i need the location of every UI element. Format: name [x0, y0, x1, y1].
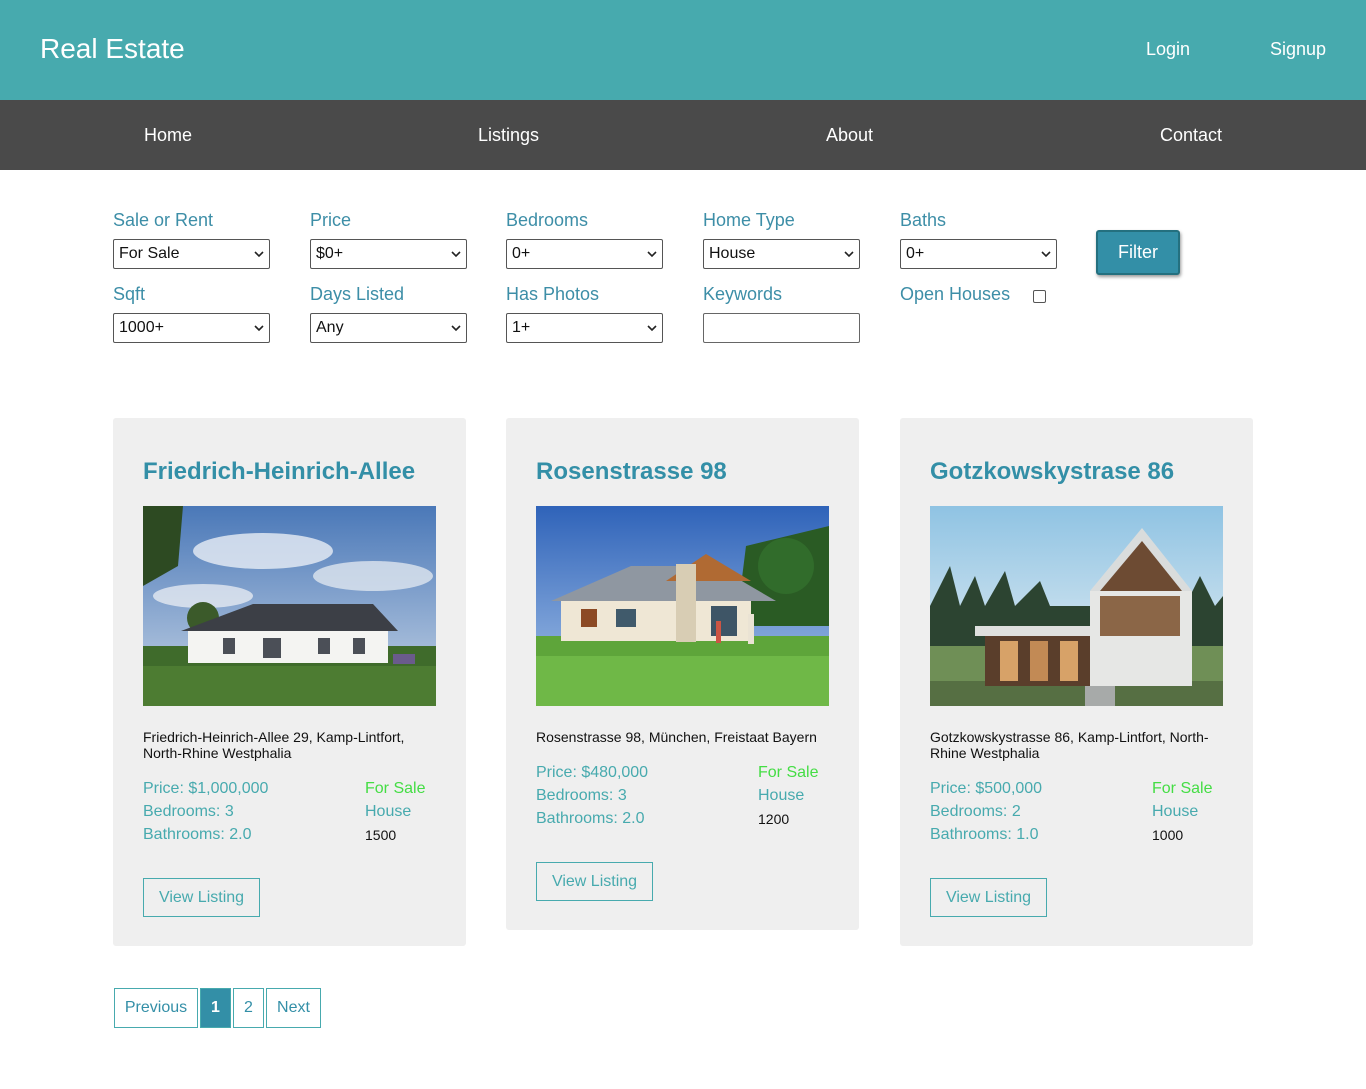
- days-listed-label: Days Listed: [310, 284, 405, 304]
- baths-label: Baths: [900, 210, 947, 230]
- open-houses-checkbox[interactable]: [1033, 290, 1046, 303]
- baths-value: 0+: [906, 245, 925, 262]
- listing-address: Friedrich-Heinrich-Allee 29, Kamp-Lintfo…: [143, 729, 405, 761]
- chevron-down-icon: [647, 325, 657, 332]
- view-listing-button[interactable]: View Listing: [143, 878, 260, 917]
- keywords-input[interactable]: [703, 313, 860, 343]
- pagination-page-1[interactable]: 1: [200, 988, 231, 1028]
- sqft-value: 1000+: [119, 319, 164, 336]
- listing-price: Price: $500,000: [930, 780, 1043, 797]
- house-photo-image: [536, 506, 829, 706]
- open-houses-label: Open Houses: [900, 284, 1011, 304]
- filter-button[interactable]: Filter: [1096, 230, 1180, 275]
- listing-status: For Sale: [758, 764, 819, 781]
- listing-photo[interactable]: [930, 506, 1223, 706]
- chevron-down-icon: [254, 325, 264, 332]
- has-photos-value: 1+: [512, 319, 531, 336]
- chevron-down-icon: [1041, 251, 1051, 258]
- nav-item-home[interactable]: Home: [144, 125, 192, 146]
- sale-or-rent-value: For Sale: [119, 245, 180, 262]
- chevron-down-icon: [451, 325, 461, 332]
- listing-title[interactable]: Friedrich-Heinrich-Allee: [143, 458, 415, 486]
- nav-item-about[interactable]: About: [826, 125, 873, 146]
- listing-status: For Sale: [1152, 780, 1213, 797]
- pagination-next[interactable]: Next: [266, 988, 321, 1028]
- sqft-select[interactable]: 1000+: [113, 313, 270, 343]
- days-listed-select[interactable]: Any: [310, 313, 467, 343]
- chevron-down-icon: [647, 251, 657, 258]
- listing-bathrooms: Bathrooms: 2.0: [536, 810, 645, 827]
- bedrooms-value: 0+: [512, 245, 531, 262]
- listing-sqft: 1000: [1152, 827, 1184, 843]
- login-link[interactable]: Login: [1146, 39, 1190, 60]
- listing-bathrooms: Bathrooms: 1.0: [930, 826, 1039, 843]
- listing-price: Price: $1,000,000: [143, 780, 269, 797]
- listing-bedrooms: Bedrooms: 2: [930, 803, 1021, 820]
- listing-photo[interactable]: [536, 506, 829, 706]
- chevron-down-icon: [844, 251, 854, 258]
- price-value: $0+: [316, 245, 344, 262]
- house-photo-image: [143, 506, 436, 706]
- sqft-label: Sqft: [113, 284, 146, 304]
- listing-type: House: [1152, 803, 1199, 820]
- view-listing-button[interactable]: View Listing: [930, 878, 1047, 917]
- listing-sqft: 1200: [758, 811, 790, 827]
- listing-type: House: [365, 803, 412, 820]
- listing-card: Friedrich-Heinrich-Allee Friedrich-Heinr…: [113, 418, 466, 946]
- chevron-down-icon: [451, 251, 461, 258]
- header-bar: Real Estate Login Signup: [0, 0, 1366, 100]
- listing-address: Gotzkowskystrasse 86, Kamp-Lintfort, Nor…: [930, 729, 1209, 761]
- price-select[interactable]: $0+: [310, 239, 467, 269]
- sale-or-rent-select[interactable]: For Sale: [113, 239, 270, 269]
- keywords-label: Keywords: [703, 284, 783, 304]
- listing-photo[interactable]: [143, 506, 436, 706]
- has-photos-label: Has Photos: [506, 284, 600, 304]
- house-photo-image: [930, 506, 1223, 706]
- signup-link[interactable]: Signup: [1270, 39, 1326, 60]
- home-type-value: House: [709, 245, 756, 262]
- view-listing-button[interactable]: View Listing: [536, 862, 653, 901]
- listing-bedrooms: Bedrooms: 3: [536, 787, 627, 804]
- home-type-label: Home Type: [703, 210, 795, 230]
- price-label: Price: [310, 210, 352, 230]
- brand-title[interactable]: Real Estate: [40, 33, 185, 65]
- listing-card: Rosenstrasse 98 Rosenstrasse 98, München…: [506, 418, 859, 930]
- listing-title[interactable]: Rosenstrasse 98: [536, 458, 727, 486]
- bedrooms-label: Bedrooms: [506, 210, 589, 230]
- baths-select[interactable]: 0+: [900, 239, 1057, 269]
- chevron-down-icon: [254, 251, 264, 258]
- listing-bathrooms: Bathrooms: 2.0: [143, 826, 252, 843]
- main-nav: Home Listings About Contact: [0, 100, 1366, 170]
- listing-status: For Sale: [365, 780, 426, 797]
- listing-sqft: 1500: [365, 827, 397, 843]
- sale-or-rent-label: Sale or Rent: [113, 210, 214, 230]
- listing-bedrooms: Bedrooms: 3: [143, 803, 234, 820]
- pagination-previous[interactable]: Previous: [114, 988, 198, 1028]
- home-type-select[interactable]: House: [703, 239, 860, 269]
- nav-item-contact[interactable]: Contact: [1160, 125, 1222, 146]
- listing-card: Gotzkowskystrase 86 Gotzkowskystrasse 86…: [900, 418, 1253, 946]
- days-listed-value: Any: [316, 319, 344, 336]
- listing-type: House: [758, 787, 805, 804]
- has-photos-select[interactable]: 1+: [506, 313, 663, 343]
- listing-price: Price: $480,000: [536, 764, 649, 781]
- nav-item-listings[interactable]: Listings: [478, 125, 539, 146]
- pagination-page-2[interactable]: 2: [233, 988, 264, 1028]
- listing-title[interactable]: Gotzkowskystrase 86: [930, 458, 1174, 486]
- bedrooms-select[interactable]: 0+: [506, 239, 663, 269]
- listing-address: Rosenstrasse 98, München, Freistaat Baye…: [536, 729, 817, 745]
